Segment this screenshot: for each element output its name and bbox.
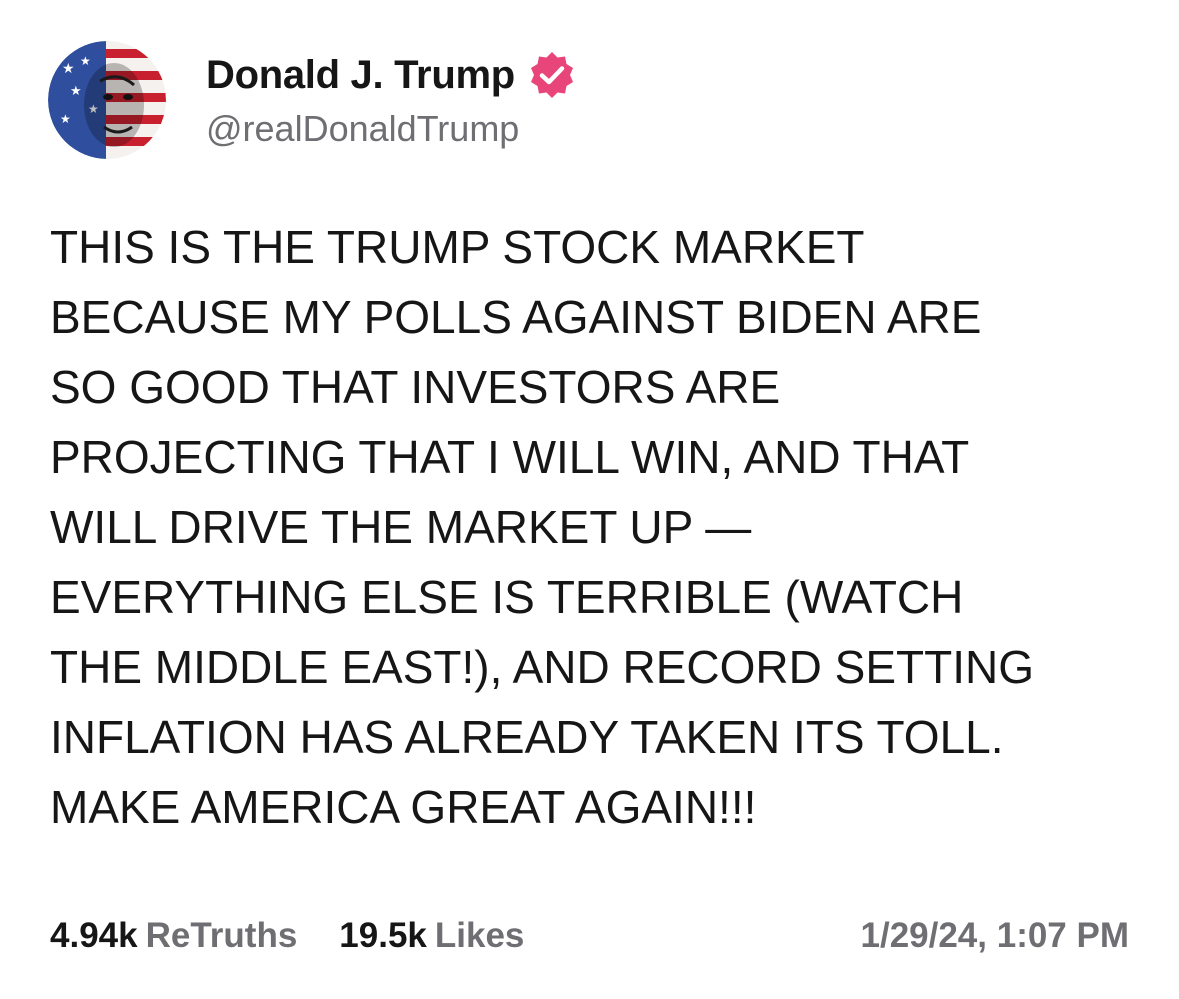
svg-text:★: ★ [62, 61, 75, 77]
post-header: ★ ★ ★ ★ ★ Donald J. Trump @realDonaldTru… [48, 40, 577, 160]
retruths-stat[interactable]: 4.94k ReTruths [50, 916, 297, 956]
retruths-label: ReTruths [145, 916, 298, 955]
author-identity: Donald J. Trump @realDonaldTrump [206, 50, 577, 150]
profile-avatar-icon: ★ ★ ★ ★ ★ [48, 41, 166, 159]
post-footer: 4.94k ReTruths 19.5k Likes 1/29/24, 1:07… [50, 912, 1129, 960]
author-handle[interactable]: @realDonaldTrump [206, 108, 577, 150]
author-display-name[interactable]: Donald J. Trump [206, 53, 515, 98]
name-row: Donald J. Trump [206, 50, 577, 100]
avatar[interactable]: ★ ★ ★ ★ ★ [48, 41, 166, 159]
svg-text:★: ★ [70, 84, 82, 99]
post-card: ★ ★ ★ ★ ★ Donald J. Trump @realDonaldTru… [0, 0, 1179, 999]
likes-count: 19.5k [339, 916, 427, 955]
verified-badge-icon [530, 52, 573, 98]
post-text: THIS IS THE TRUMP STOCK MARKET BECAUSE M… [50, 221, 1034, 833]
post-timestamp: 1/29/24, 1:07 PM [860, 916, 1130, 955]
likes-stat[interactable]: 19.5k Likes [339, 916, 524, 956]
retruths-count: 4.94k [50, 916, 138, 955]
svg-text:★: ★ [80, 54, 91, 68]
likes-label: Likes [434, 916, 525, 955]
svg-text:★: ★ [60, 112, 71, 126]
